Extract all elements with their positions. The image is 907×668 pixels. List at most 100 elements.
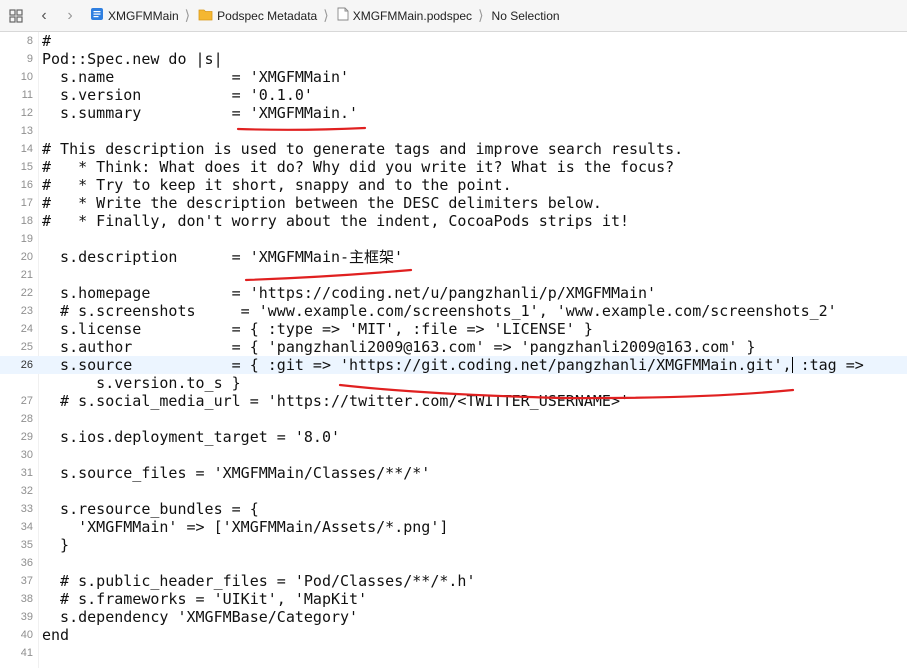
breadcrumb-selection[interactable]: No Selection bbox=[492, 9, 560, 23]
line-number: 10 bbox=[20, 71, 33, 83]
line-number: 24 bbox=[20, 323, 33, 335]
breadcrumb-group[interactable]: Podspec Metadata bbox=[198, 8, 317, 24]
code-line[interactable]: 25 s.author = { 'pangzhanli2009@163.com'… bbox=[0, 338, 907, 356]
code-line[interactable]: 8 # bbox=[0, 32, 907, 50]
code-line[interactable]: 21 bbox=[0, 266, 907, 284]
code-line[interactable]: 40 end bbox=[0, 626, 907, 644]
code-line[interactable]: 24 s.license = { :type => 'MIT', :file =… bbox=[0, 320, 907, 338]
code-line[interactable]: 39 s.dependency 'XMGFMBase/Category' bbox=[0, 608, 907, 626]
code-text[interactable]: 'XMGFMMain' => ['XMGFMMain/Assets/*.png'… bbox=[42, 518, 448, 536]
line-number: 27 bbox=[20, 395, 33, 407]
code-text[interactable]: s.author = { 'pangzhanli2009@163.com' =>… bbox=[42, 338, 755, 356]
code-line[interactable]: 22 s.homepage = 'https://coding.net/u/pa… bbox=[0, 284, 907, 302]
code-line[interactable]: 29 s.ios.deployment_target = '8.0' bbox=[0, 428, 907, 446]
code-line[interactable]: 34 'XMGFMMain' => ['XMGFMMain/Assets/*.p… bbox=[0, 518, 907, 536]
code-text[interactable]: # bbox=[42, 32, 51, 50]
line-number: 19 bbox=[20, 233, 33, 245]
code-line[interactable]: 18 # * Finally, don't worry about the ind… bbox=[0, 212, 907, 230]
code-text[interactable]: Pod::Spec.new do |s| bbox=[42, 50, 223, 68]
code-line[interactable]: 30 bbox=[0, 446, 907, 464]
code-text[interactable]: # * Finally, don't worry about the inden… bbox=[42, 212, 629, 230]
line-number: 8 bbox=[26, 35, 33, 47]
code-line[interactable]: 33 s.resource_bundles = { bbox=[0, 500, 907, 518]
forward-chevron-icon[interactable]: › bbox=[62, 7, 78, 24]
code-text[interactable]: # s.frameworks = 'UIKit', 'MapKit' bbox=[42, 590, 367, 608]
code-text[interactable]: # * Think: What does it do? Why did you … bbox=[42, 158, 674, 176]
code-text[interactable]: s.source_files = 'XMGFMMain/Classes/**/*… bbox=[42, 464, 430, 482]
breadcrumb-label: XMGFMMain bbox=[108, 8, 179, 23]
line-number: 28 bbox=[20, 413, 33, 425]
line-number: 37 bbox=[20, 575, 33, 587]
code-text[interactable]: s.name = 'XMGFMMain' bbox=[42, 68, 349, 86]
source-editor[interactable]: 8 #9 Pod::Spec.new do |s| 10 s.name = 'XMGF… bbox=[0, 32, 907, 668]
code-line[interactable]: 12 s.summary = 'XMGFMMain.' bbox=[0, 104, 907, 122]
code-text[interactable]: s.description = 'XMGFMMain-主框架' bbox=[42, 248, 403, 266]
code-text[interactable]: s.license = { :type => 'MIT', :file => '… bbox=[42, 320, 593, 338]
breadcrumb-label: Podspec Metadata bbox=[217, 8, 318, 23]
code-line[interactable]: 11 s.version = '0.1.0' bbox=[0, 86, 907, 104]
line-number: 20 bbox=[20, 251, 33, 263]
code-line[interactable]: 10 s.name = 'XMGFMMain' bbox=[0, 68, 907, 86]
breadcrumb-separator-icon: ⟩ bbox=[184, 7, 191, 23]
code-text[interactable]: s.source = { :git => 'https://git.coding… bbox=[42, 356, 864, 374]
code-text[interactable]: s.ios.deployment_target = '8.0' bbox=[42, 428, 340, 446]
code-line[interactable]: 13 bbox=[0, 122, 907, 140]
code-line[interactable]: 28 bbox=[0, 410, 907, 428]
line-number: 21 bbox=[20, 269, 33, 281]
text-cursor bbox=[792, 357, 793, 373]
line-number: 33 bbox=[20, 503, 33, 515]
code-text[interactable]: s.dependency 'XMGFMBase/Category' bbox=[42, 608, 358, 626]
code-text[interactable]: # s.public_header_files = 'Pod/Classes/*… bbox=[42, 572, 475, 590]
line-number: 25 bbox=[20, 341, 33, 353]
breadcrumb-project[interactable]: XMGFMMain bbox=[90, 7, 179, 24]
code-text[interactable]: # * Write the description between the DE… bbox=[42, 194, 602, 212]
code-line[interactable]: 36 bbox=[0, 554, 907, 572]
line-number: 18 bbox=[20, 215, 33, 227]
folder-icon bbox=[198, 8, 213, 24]
back-chevron-icon[interactable]: ‹ bbox=[36, 7, 52, 24]
code-line[interactable]: 23 # s.screenshots = 'www.example.com/sc… bbox=[0, 302, 907, 320]
code-text[interactable]: s.version.to_s } bbox=[42, 374, 241, 392]
project-icon bbox=[90, 7, 104, 24]
code-text[interactable]: s.homepage = 'https://coding.net/u/pangz… bbox=[42, 284, 656, 302]
breadcrumb-label: No Selection bbox=[491, 8, 560, 23]
code-line[interactable]: 16 # * Try to keep it short, snappy and t… bbox=[0, 176, 907, 194]
code-line[interactable]: 41 bbox=[0, 644, 907, 662]
code-line[interactable]: s.version.to_s } bbox=[0, 374, 907, 392]
code-text[interactable]: } bbox=[42, 536, 69, 554]
code-line[interactable]: 9 Pod::Spec.new do |s| bbox=[0, 50, 907, 68]
line-number: 23 bbox=[20, 305, 33, 317]
code-line[interactable]: 32 bbox=[0, 482, 907, 500]
line-number: 11 bbox=[21, 89, 33, 101]
code-text[interactable]: s.resource_bundles = { bbox=[42, 500, 259, 518]
code-line[interactable]: 35 } bbox=[0, 536, 907, 554]
breadcrumb-label: XMGFMMain.podspec bbox=[352, 8, 473, 23]
code-line[interactable]: 31 s.source_files = 'XMGFMMain/Classes/*… bbox=[0, 464, 907, 482]
line-number: 35 bbox=[20, 539, 33, 551]
code-line[interactable]: 37 # s.public_header_files = 'Pod/Classe… bbox=[0, 572, 907, 590]
line-number: 32 bbox=[20, 485, 33, 497]
line-number: 12 bbox=[20, 107, 33, 119]
code-text[interactable]: s.version = '0.1.0' bbox=[42, 86, 313, 104]
code-line[interactable]: 15 # * Think: What does it do? Why did yo… bbox=[0, 158, 907, 176]
related-items-grid-icon[interactable] bbox=[8, 8, 24, 24]
line-number: 13 bbox=[20, 125, 33, 137]
code-text[interactable]: # * Try to keep it short, snappy and to … bbox=[42, 176, 512, 194]
code-line[interactable]: 27 # s.social_media_url = 'https://twitt… bbox=[0, 392, 907, 410]
code-text[interactable]: # s.social_media_url = 'https://twitter.… bbox=[42, 392, 629, 410]
code-text[interactable]: # s.screenshots = 'www.example.com/scree… bbox=[42, 302, 837, 320]
line-number: 14 bbox=[20, 143, 33, 155]
code-line[interactable]: 38 # s.frameworks = 'UIKit', 'MapKit' bbox=[0, 590, 907, 608]
line-number: 41 bbox=[20, 647, 33, 659]
code-line[interactable]: 14 # This description is used to generate… bbox=[0, 140, 907, 158]
line-number: 16 bbox=[20, 179, 33, 191]
code-text[interactable]: end bbox=[42, 626, 69, 644]
code-text[interactable]: s.summary = 'XMGFMMain.' bbox=[42, 104, 358, 122]
code-line[interactable]: 19 bbox=[0, 230, 907, 248]
code-line[interactable]: 17 # * Write the description between the … bbox=[0, 194, 907, 212]
code-line[interactable]: 26 s.source = { :git => 'https://git.cod… bbox=[0, 356, 907, 374]
code-line[interactable]: 20 s.description = 'XMGFMMain-主框架' bbox=[0, 248, 907, 266]
code-text[interactable]: # This description is used to generate t… bbox=[42, 140, 683, 158]
line-number: 9 bbox=[26, 53, 33, 65]
breadcrumb-file[interactable]: XMGFMMain.podspec bbox=[337, 7, 472, 24]
